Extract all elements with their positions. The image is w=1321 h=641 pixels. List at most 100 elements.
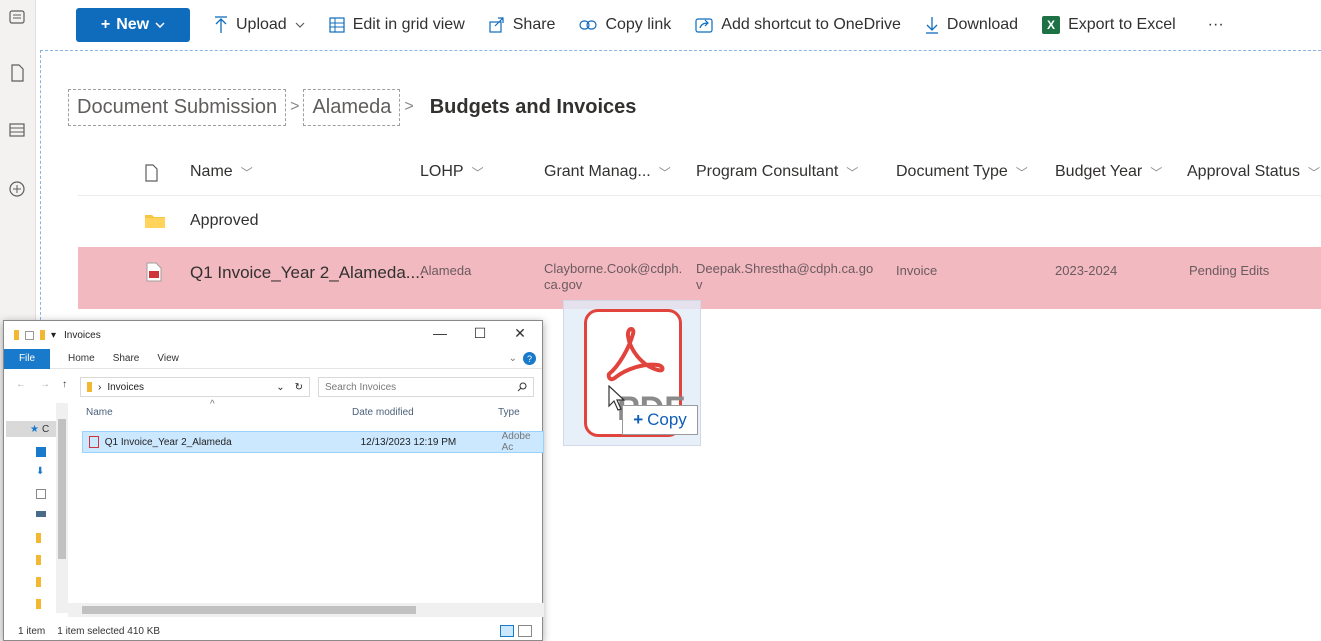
chevron-down-icon [295,22,305,28]
nav-scrollbar[interactable] [56,403,68,613]
folder-icon[interactable] [36,577,41,587]
folder-icon[interactable] [36,533,41,543]
maximize-button[interactable]: ☐ [460,325,500,342]
column-header-name[interactable]: Name [86,407,113,418]
export-excel-button[interactable]: X Export to Excel [1042,16,1176,34]
column-label: LOHP [420,163,464,180]
column-header-budget-year[interactable]: Budget Year ﹀ [1055,163,1162,181]
status-bar: 1 item 1 item selected 410 KB [4,621,542,641]
link-icon [579,20,598,30]
up-icon[interactable]: ↑ [62,379,67,390]
drop-zone-border-top [40,50,1321,51]
add-shortcut-label: Add shortcut to OneDrive [721,16,901,33]
download-label: Download [946,16,1019,33]
folder-name[interactable]: Approved [190,212,259,230]
grid-icon [329,17,345,33]
column-label: Approval Status [1187,163,1300,180]
column-label: Grant Manag... [544,163,651,180]
window-title-bar[interactable]: ▾ Invoices — ☐ ✕ [4,321,542,349]
column-header-grant-manager[interactable]: Grant Manag... ﹀ [544,163,671,181]
export-excel-label: Export to Excel [1068,16,1176,33]
address-row: ← → ↑ › Invoices ⌄ ↻ Search Invoices [4,375,542,399]
upload-label: Upload [236,16,287,33]
dropdown-icon[interactable]: ▾ [51,330,56,341]
share-icon [489,17,504,33]
breadcrumb-item-alameda[interactable]: Alameda [303,88,401,126]
back-icon[interactable]: ← [16,379,26,390]
list-icon[interactable] [6,119,28,141]
desktop-icon[interactable] [36,447,46,457]
column-header-document-type[interactable]: Document Type ﹀ [896,163,1028,181]
folder-icon[interactable] [36,555,41,565]
search-input[interactable]: Search Invoices [318,377,534,397]
column-header-date-modified[interactable]: Date modified [352,407,414,418]
copy-drop-badge: + Copy [622,405,698,435]
upload-button[interactable]: Upload [214,16,305,34]
column-label: Document Type [896,163,1008,180]
ribbon-tabs: File Home Share View ⌄ ? [4,348,542,369]
add-shortcut-button[interactable]: Add shortcut to OneDrive [695,16,901,34]
feed-icon[interactable] [6,6,28,28]
tab-file[interactable]: File [4,348,50,369]
file-explorer-window[interactable]: ▾ Invoices — ☐ ✕ File Home Share View ⌄ … [3,320,544,641]
pictures-icon[interactable] [36,511,46,517]
plus-icon: + [633,410,644,429]
edit-grid-label: Edit in grid view [352,16,465,33]
status-selection: 1 item selected 410 KB [57,625,161,637]
new-button[interactable]: + New [76,8,190,42]
tab-view[interactable]: View [157,353,179,364]
file-type-icon[interactable] [144,164,158,182]
column-header-program-consultant[interactable]: Program Consultant ﹀ [696,163,858,181]
excel-icon: X [1042,16,1061,34]
file-name[interactable]: Q1 Invoice_Year 2_Alameda.... [190,263,425,283]
more-button[interactable]: ··· [1208,16,1224,34]
download-icon [925,17,938,34]
breadcrumb-item-document-submission[interactable]: Document Submission [68,88,287,126]
chevron-down-icon [155,22,165,28]
file-type: Adobe Ac [501,431,531,453]
scrollbar-thumb[interactable] [58,419,66,559]
share-button[interactable]: Share [489,16,556,34]
column-header-approval-status[interactable]: Approval Status ﹀ [1187,163,1320,181]
downloads-icon[interactable]: ⬇ [36,467,46,477]
documents-icon[interactable] [36,489,46,499]
column-header-lohp[interactable]: LOHP ﹀ [420,163,484,181]
folder-icon [144,213,166,234]
list-item-folder[interactable]: Approved [78,198,1321,244]
column-header-name[interactable]: Name ﹀ [190,163,253,181]
column-header-type[interactable]: Type [498,407,520,418]
edit-grid-button[interactable]: Edit in grid view [329,16,465,34]
download-button[interactable]: Download [925,16,1018,34]
copy-link-button[interactable]: Copy link [579,16,671,34]
close-button[interactable]: ✕ [500,325,540,342]
folder-icon[interactable] [36,599,41,609]
expand-ribbon-icon[interactable]: ⌄ [509,353,517,364]
file-row-selected[interactable]: Q1 Invoice_Year 2_Alameda 12/13/2023 12:… [82,431,544,453]
share-label: Share [512,16,556,33]
large-icons-view-icon[interactable] [518,625,532,637]
properties-icon[interactable] [25,330,34,340]
horizontal-scrollbar[interactable] [68,603,544,617]
refresh-icon[interactable]: ↻ [295,382,303,393]
scrollbar-thumb[interactable] [82,606,416,614]
lohp-value: Alameda [420,263,472,278]
details-view-icon[interactable] [500,625,514,637]
address-dropdown-icon[interactable]: ⌄ [276,382,284,393]
minimize-button[interactable]: — [420,325,460,341]
nav-item-quick-access[interactable]: ★ C [6,421,58,437]
add-circle-icon[interactable] [6,178,28,200]
address-bar[interactable]: › Invoices ⌄ ↻ [80,377,310,397]
command-bar: + New Upload Edit in grid view Share Cop… [66,6,1321,44]
file-name: Q1 Invoice_Year 2_Alameda [104,436,232,448]
pdf-file-icon [89,436,99,448]
help-icon[interactable]: ? [523,352,536,365]
new-folder-icon[interactable] [40,330,45,340]
tab-home[interactable]: Home [68,353,95,364]
forward-icon[interactable]: → [40,379,50,390]
grant-manager-value: Clayborne.Cook@cdph.ca.gov [544,261,683,292]
document-icon[interactable] [6,62,28,84]
address-path: Invoices [107,381,145,393]
folder-icon [87,382,92,392]
star-icon: ★ [30,423,39,435]
tab-share[interactable]: Share [113,353,140,364]
